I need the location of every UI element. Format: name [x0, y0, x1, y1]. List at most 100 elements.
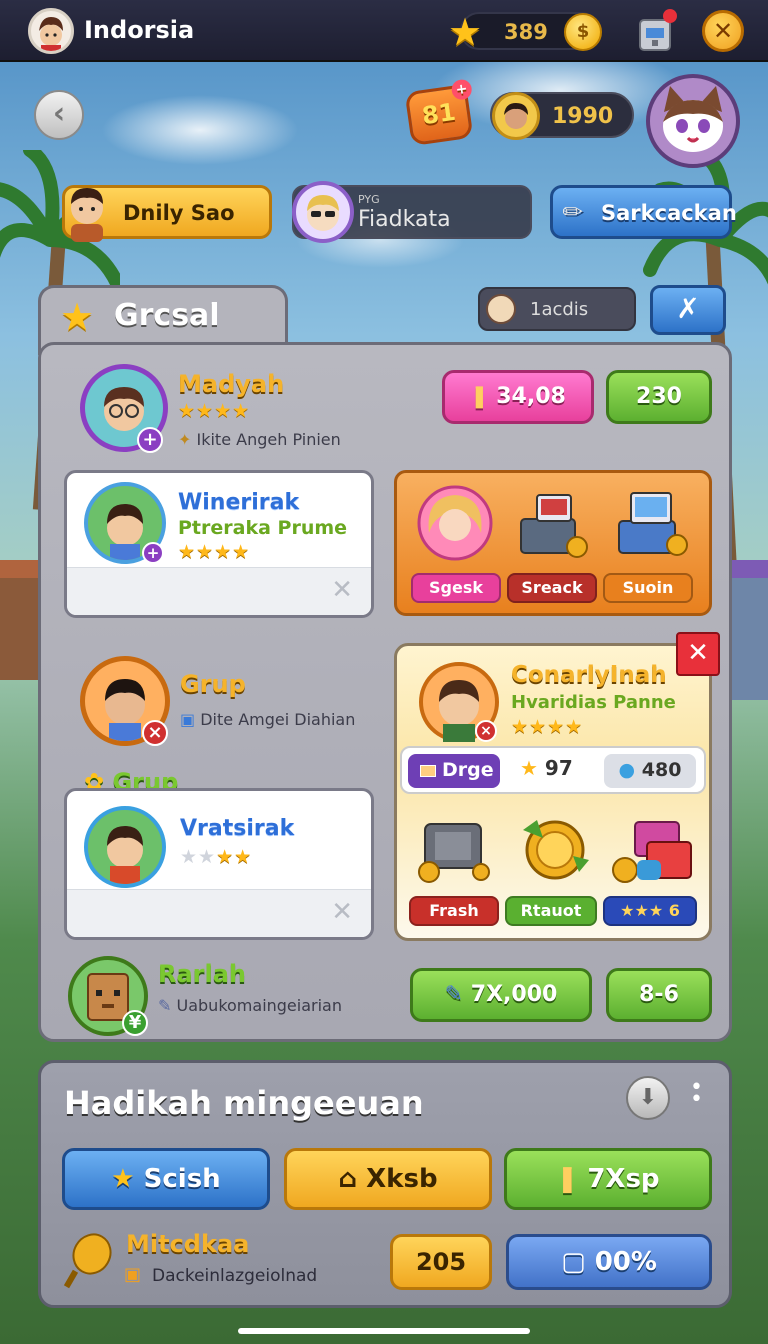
- member-name: ConarlyInah: [511, 662, 667, 688]
- trophy-icon: ✦: [178, 430, 192, 449]
- box-icon: ▣: [124, 1264, 142, 1285]
- gems-counter[interactable]: 1990: [490, 92, 634, 140]
- progress-value: 00%: [594, 1247, 657, 1277]
- action-button-3-label: 7Xsp: [587, 1164, 660, 1194]
- bell-icon: [63, 1233, 112, 1289]
- add-friend-icon[interactable]: +: [142, 542, 164, 564]
- member-subtitle: ✎ Uabukomaingeiarian: [158, 996, 342, 1015]
- action-button-2[interactable]: ⌂ Xksb: [284, 1148, 492, 1210]
- star-currency-value: 389: [504, 20, 548, 44]
- level-value: 81: [420, 97, 458, 131]
- stat-badge[interactable]: Drge: [408, 754, 500, 788]
- back-button[interactable]: ‹: [34, 90, 84, 140]
- gems-value: 1990: [552, 104, 614, 129]
- boy-face-icon: [107, 826, 143, 884]
- avatar: [492, 92, 540, 140]
- remove-friend-icon[interactable]: ×: [142, 720, 168, 746]
- reward-tag-stars: ★★★: [620, 901, 664, 920]
- friend-pill[interactable]: PYG Fiadkata: [292, 181, 532, 243]
- search-button[interactable]: ✎ Sarkcackan: [550, 185, 737, 239]
- reward-tag[interactable]: ★★★ 6: [603, 896, 697, 926]
- reward-tag[interactable]: Frash: [409, 896, 499, 926]
- candy-icon: ❚: [556, 1164, 579, 1194]
- members-label: 1acdis: [530, 299, 589, 320]
- member-subtitle: ✦ Ikite Angeh Pinien: [178, 430, 341, 449]
- top-bar: Indorsia ★ 389 $ ✕: [0, 0, 768, 62]
- star-icon: ★: [111, 1164, 135, 1194]
- gift-value-button[interactable]: ❚ 34,08: [442, 370, 594, 424]
- close-button[interactable]: ✕: [702, 10, 744, 52]
- house-right: [728, 560, 768, 700]
- cat-face-icon: [663, 86, 723, 152]
- remove-icon[interactable]: ✕: [331, 897, 353, 927]
- more-options-icon[interactable]: • •: [690, 1077, 703, 1111]
- stars-filled: ★★: [216, 846, 253, 868]
- reward-value-label: 7X,000: [470, 982, 558, 1007]
- document-icon: ▢: [561, 1247, 586, 1277]
- level-badge[interactable]: 81 +: [404, 78, 474, 147]
- member-subtitle-text: Uabukomaingeiarian: [176, 996, 343, 1015]
- member-subtitle-text: Dite Amgei Diahian: [200, 710, 356, 729]
- pet-cat-badge[interactable]: [646, 74, 740, 168]
- home-indicator[interactable]: [238, 1328, 530, 1334]
- search-label: Sarkcackan: [601, 201, 737, 225]
- card-icon: [420, 764, 436, 777]
- star-stat-value: 97: [544, 756, 573, 780]
- safe-coins-icon: [418, 823, 490, 883]
- app-title: Indorsia: [84, 16, 195, 44]
- shield-icon: ▣: [180, 710, 196, 729]
- member-name: Grup: [180, 670, 246, 698]
- gift-chest-icon: [612, 821, 692, 883]
- action-button-1[interactable]: ★ Scish: [62, 1148, 270, 1210]
- robot-gift-icon[interactable]: [634, 8, 680, 54]
- reward-tag[interactable]: Sreack: [507, 573, 597, 603]
- reward-tag[interactable]: Sgesk: [411, 573, 501, 603]
- star-icon: ★: [60, 295, 95, 339]
- pen-icon: ✎: [158, 996, 172, 1015]
- lock-icon: ⌂: [338, 1164, 358, 1194]
- daily-button[interactable]: Dnily Sao: [62, 185, 272, 242]
- boy-face-icon: [39, 17, 63, 51]
- action-button-3[interactable]: ❚ 7Xsp: [504, 1148, 712, 1210]
- boy-avatar-icon: [71, 188, 103, 242]
- member-name: Winerirak: [178, 490, 300, 515]
- reward-count-button[interactable]: 205: [390, 1234, 492, 1290]
- score-button[interactable]: 230: [606, 370, 712, 424]
- reward-panel-title: Hadikah mingeeuan: [64, 1084, 424, 1122]
- score-button[interactable]: 8-6: [606, 968, 712, 1022]
- member-avatar-vratsirak[interactable]: [84, 806, 166, 888]
- remove-friend-icon[interactable]: ×: [475, 720, 497, 742]
- profile-avatar[interactable]: [28, 8, 74, 54]
- member-title: Hvaridias Panne: [511, 692, 676, 713]
- gift-value-label: 34,08: [496, 384, 566, 409]
- member-name: Vratsirak: [180, 816, 295, 841]
- reward-tag[interactable]: Suoin: [603, 573, 693, 603]
- wrench-icon: ✗: [676, 292, 700, 325]
- add-friend-icon[interactable]: +: [137, 427, 163, 453]
- star-currency[interactable]: ★ 389 $: [448, 10, 602, 54]
- avatar: [486, 294, 516, 324]
- reward-value-button[interactable]: ✎ 7X,000: [410, 968, 592, 1022]
- tools-button[interactable]: ✗: [650, 285, 726, 335]
- close-featured-button[interactable]: ✕: [676, 632, 720, 676]
- progress-button[interactable]: ▢ 00%: [506, 1234, 712, 1290]
- reward-tag-count: 6: [668, 901, 680, 920]
- gem-stat-value: 480: [641, 759, 682, 781]
- star-icon: ★: [520, 756, 538, 780]
- featured-stats: Drge ★ 97 ● 480: [400, 746, 706, 794]
- members-pill[interactable]: 1acdis: [478, 287, 636, 331]
- member-name: Madyah: [178, 370, 285, 398]
- card-footer: [67, 889, 371, 937]
- rewards-card[interactable]: Sgesk Sreack Suoin: [394, 470, 712, 616]
- reward-tag[interactable]: Rtauot: [505, 896, 597, 926]
- player-face-icon: [504, 103, 528, 129]
- download-icon[interactable]: ⬇: [626, 1076, 670, 1120]
- reward-subtitle: Dackeinlazgeiolnad: [152, 1266, 318, 1286]
- gold-coin-icon: [523, 820, 589, 880]
- action-button-2-label: Xksb: [366, 1164, 438, 1194]
- computer-crate-icon: [520, 494, 588, 558]
- card-footer: [67, 567, 371, 615]
- daily-label: Dnily Sao: [123, 201, 235, 225]
- accept-icon[interactable]: ¥: [122, 1010, 148, 1036]
- remove-icon[interactable]: ✕: [331, 575, 353, 605]
